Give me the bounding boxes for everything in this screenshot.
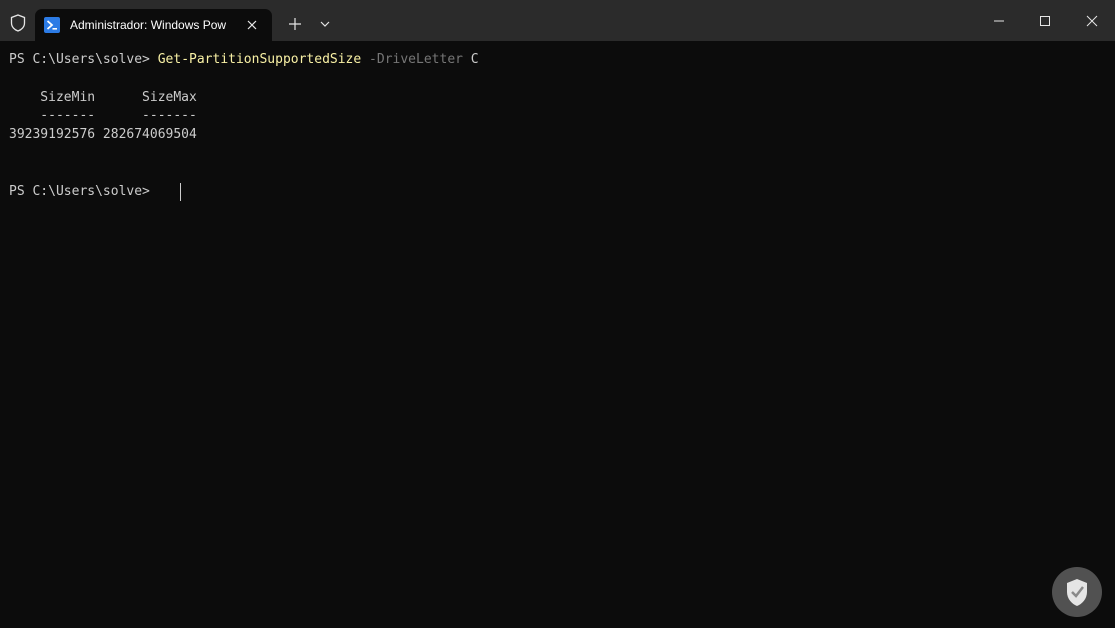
close-icon: [1086, 15, 1098, 27]
output-values: 39239192576 282674069504: [9, 127, 197, 142]
text-cursor: [180, 183, 181, 201]
chevron-down-icon[interactable]: [317, 17, 333, 31]
tab-powershell[interactable]: Administrador: Windows Pow: [35, 9, 272, 41]
output-separator: ------- -------: [9, 108, 197, 123]
window-close-button[interactable]: [1069, 0, 1115, 41]
tab-title: Administrador: Windows Pow: [70, 18, 227, 32]
maximize-icon: [1040, 16, 1050, 26]
powershell-icon: [44, 17, 60, 33]
watermark-logo: [1050, 565, 1104, 619]
prompt: PS C:\Users\solve>: [9, 52, 158, 67]
maximize-button[interactable]: [1022, 0, 1068, 41]
minimize-icon: [994, 20, 1004, 22]
terminal-output[interactable]: PS C:\Users\solve> Get-PartitionSupporte…: [0, 41, 1115, 628]
command-line: PS C:\Users\solve> Get-PartitionSupporte…: [9, 51, 479, 69]
command-argument: C: [470, 52, 479, 67]
minimize-button[interactable]: [976, 0, 1022, 41]
title-bar: Administrador: Windows Pow: [0, 0, 1115, 41]
prompt-line: PS C:\Users\solve>: [9, 184, 158, 199]
plus-icon[interactable]: [286, 15, 304, 33]
command-parameter: -DriveLetter: [369, 52, 463, 67]
close-icon[interactable]: [245, 18, 259, 32]
command-name: Get-PartitionSupportedSize: [157, 52, 362, 67]
shield-icon: [8, 13, 28, 33]
output-header: SizeMin SizeMax: [9, 90, 197, 105]
